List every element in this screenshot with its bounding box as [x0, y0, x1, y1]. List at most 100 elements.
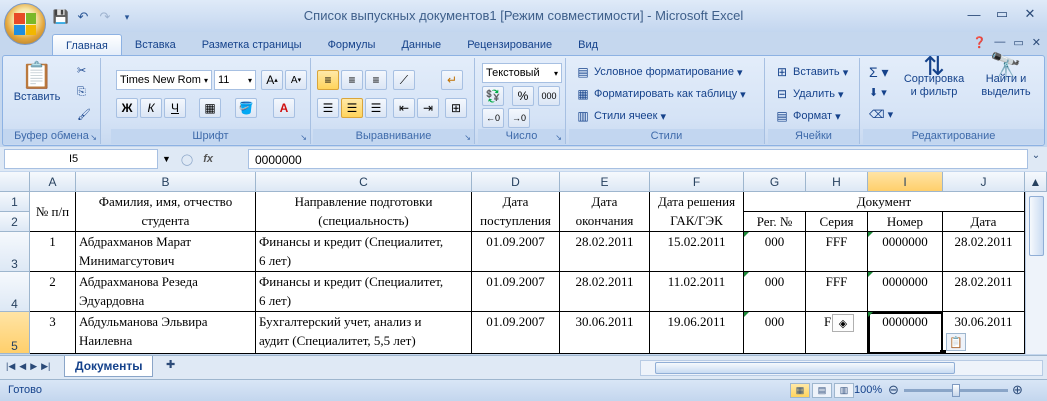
increase-indent-icon[interactable]: ⇥	[417, 98, 439, 118]
cell-b3[interactable]: Абдрахманов Марат Минимагсутович	[76, 232, 256, 272]
column-header-b[interactable]: B	[76, 172, 256, 192]
header-cell-gak[interactable]: Дата решения ГАК/ГЭК	[650, 192, 744, 232]
fill-handle[interactable]	[940, 350, 946, 354]
align-right-icon[interactable]: ☰	[365, 98, 387, 118]
header-cell-fio[interactable]: Фамилия, имя, отчество студента	[76, 192, 256, 232]
align-top-icon[interactable]: ≡	[317, 70, 339, 90]
expand-formula-bar-icon[interactable]: ⌄	[1029, 150, 1043, 168]
header-cell-finish[interactable]: Дата окончания	[560, 192, 650, 232]
tab-formulas[interactable]: Формулы	[315, 34, 389, 56]
cell-h3[interactable]: FFF	[806, 232, 868, 272]
number-format-select[interactable]: Текстовый ▾	[482, 63, 562, 83]
cell-f4[interactable]: 11.02.2011	[650, 272, 744, 312]
office-button[interactable]	[4, 3, 46, 45]
insert-function-icon[interactable]: fx	[203, 153, 213, 165]
insert-cells-button[interactable]: ⊞ Вставить ▾	[774, 64, 848, 80]
header-cell-date[interactable]: Дата	[943, 212, 1025, 232]
select-all-corner[interactable]	[0, 172, 30, 192]
cell-e5[interactable]: 30.06.2011	[560, 312, 650, 354]
dialog-launcher-icon[interactable]: ↘	[90, 133, 97, 142]
insert-sheet-icon[interactable]: ✚	[166, 358, 186, 375]
header-cell-document[interactable]: Документ	[744, 192, 1025, 212]
formula-bar-toggle-icon[interactable]: ◯	[181, 153, 193, 166]
cell-d5[interactable]: 01.09.2007	[472, 312, 560, 354]
cell-f5[interactable]: 19.06.2011	[650, 312, 744, 354]
cell-g4[interactable]: 000	[744, 272, 806, 312]
column-header-a[interactable]: A	[30, 172, 76, 192]
row-header-3[interactable]: 3	[0, 232, 30, 272]
cell-a3[interactable]: 1	[30, 232, 76, 272]
header-cell-series[interactable]: Серия	[806, 212, 868, 232]
cell-i5[interactable]: 0000000	[868, 312, 943, 354]
align-left-icon[interactable]: ☰	[317, 98, 339, 118]
cell-b4[interactable]: Абдрахманова Резеда Эдуардовна	[76, 272, 256, 312]
first-sheet-icon[interactable]: |◀	[6, 361, 15, 372]
cell-c3[interactable]: Финансы и кредит (Специалитет, 6 лет)	[256, 232, 472, 272]
cell-styles-button[interactable]: ▥ Стили ячеек ▾	[575, 108, 666, 124]
grow-font-icon[interactable]: A ▴	[261, 70, 283, 90]
cell-d4[interactable]: 01.09.2007	[472, 272, 560, 312]
vertical-scrollbar[interactable]	[1025, 192, 1047, 354]
thousands-button[interactable]: 000	[538, 86, 560, 106]
merge-center-icon[interactable]: ⊞	[445, 98, 467, 118]
zoom-out-icon[interactable]: ⊖	[888, 382, 899, 398]
paste-button[interactable]: 📋 Вставить	[14, 60, 61, 103]
error-smart-tag-icon[interactable]: ◈	[832, 314, 854, 332]
cell-j3[interactable]: 28.02.2011	[943, 232, 1025, 272]
column-header-c[interactable]: C	[256, 172, 472, 192]
row-header-1[interactable]: 1	[0, 192, 30, 212]
vertical-scroll-thumb[interactable]	[1029, 196, 1044, 256]
increase-decimal-icon[interactable]: ←0	[482, 108, 504, 128]
column-header-d[interactable]: D	[472, 172, 560, 192]
header-cell-number[interactable]: Номер	[868, 212, 943, 232]
cell-i4[interactable]: 0000000	[868, 272, 943, 312]
fill-color-icon[interactable]: 🪣	[235, 98, 257, 118]
cell-h4[interactable]: FFF	[806, 272, 868, 312]
normal-view-icon[interactable]: ▦	[790, 383, 810, 398]
format-as-table-button[interactable]: ▦ Форматировать как таблицу ▾	[575, 86, 745, 102]
bold-button[interactable]: Ж	[116, 98, 138, 118]
vertical-scroll-up-icon[interactable]: ▲	[1025, 172, 1047, 192]
tab-view[interactable]: Вид	[565, 34, 611, 56]
zoom-level[interactable]: 100%	[854, 384, 882, 396]
cell-c5[interactable]: Бухгалтерский учет, анализ и аудит (Спец…	[256, 312, 472, 354]
dialog-launcher-icon[interactable]: ↘	[555, 133, 562, 142]
header-cell-enroll[interactable]: Дата поступления	[472, 192, 560, 232]
cell-a5[interactable]: 3	[30, 312, 76, 354]
cut-icon[interactable]: ✂	[77, 64, 86, 77]
cell-f3[interactable]: 15.02.2011	[650, 232, 744, 272]
ribbon-restore-icon[interactable]: ▭	[1013, 36, 1023, 49]
minimize-icon[interactable]: —	[961, 4, 987, 24]
column-header-h[interactable]: H	[806, 172, 868, 192]
sort-filter-button[interactable]: ⇅ Сортировка и фильтр	[899, 53, 969, 99]
format-painter-icon[interactable]: 🖌	[77, 108, 91, 121]
italic-button[interactable]: К	[140, 98, 162, 118]
tab-insert[interactable]: Вставка	[122, 34, 189, 56]
dialog-launcher-icon[interactable]: ↘	[464, 133, 471, 142]
prev-sheet-icon[interactable]: ◀	[19, 361, 26, 372]
autosum-icon[interactable]: Σ ▾	[869, 64, 889, 81]
copy-icon[interactable]: ⎘	[77, 86, 86, 99]
font-color-icon[interactable]: A	[273, 98, 295, 118]
ribbon-minimize-icon[interactable]: —	[994, 36, 1005, 49]
column-header-f[interactable]: F	[650, 172, 744, 192]
name-box[interactable]: I5	[4, 149, 158, 169]
orientation-icon[interactable]: ⟋	[393, 70, 415, 90]
page-break-view-icon[interactable]: ▥	[834, 383, 854, 398]
cell-g5[interactable]: 000	[744, 312, 806, 354]
row-header-5[interactable]: 5	[0, 312, 30, 354]
ribbon-close-icon[interactable]: ✕	[1032, 36, 1041, 49]
cell-i3[interactable]: 0000000	[868, 232, 943, 272]
column-header-e[interactable]: E	[560, 172, 650, 192]
decrease-decimal-icon[interactable]: →0	[508, 108, 530, 128]
zoom-in-icon[interactable]: ⊕	[1012, 382, 1023, 398]
delete-cells-button[interactable]: ⊟ Удалить ▾	[774, 86, 844, 102]
wrap-text-icon[interactable]: ↵	[441, 70, 463, 90]
zoom-slider-thumb[interactable]	[952, 384, 960, 397]
clear-icon[interactable]: ⌫ ▾	[869, 108, 893, 121]
cell-c4[interactable]: Финансы и кредит (Специалитет, 6 лет)	[256, 272, 472, 312]
horizontal-scrollbar[interactable]	[640, 360, 1043, 376]
cell-g3[interactable]: 000	[744, 232, 806, 272]
maximize-icon[interactable]: ▭	[989, 4, 1015, 24]
format-cells-button[interactable]: ▤ Формат ▾	[774, 108, 840, 124]
